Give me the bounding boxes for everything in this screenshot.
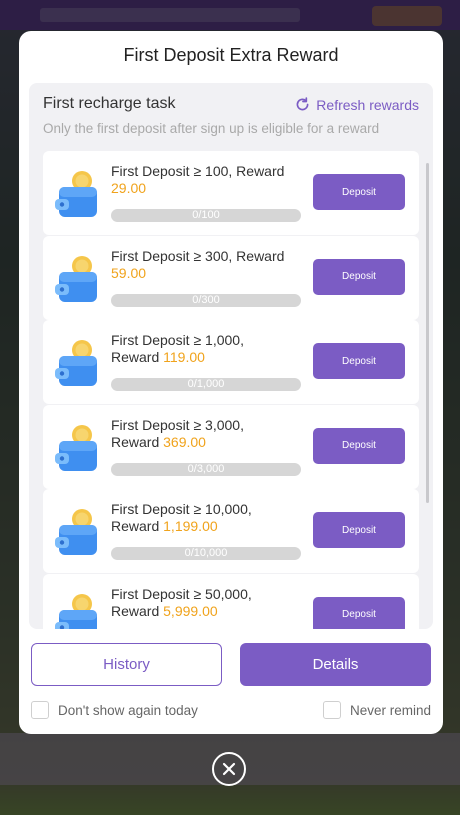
- wallet-coin-icon: [55, 593, 97, 629]
- dont-show-today-checkbox[interactable]: [31, 701, 49, 719]
- wallet-coin-icon: [55, 255, 97, 302]
- task-card: First Deposit ≥ 300, Reward 59.00 0/300 …: [43, 235, 419, 320]
- task-requirement: First Deposit ≥ 10,000,: [111, 501, 252, 518]
- task-reward-prefix: Reward: [111, 602, 164, 619]
- task-requirement: First Deposit ≥ 300, Reward: [111, 247, 285, 264]
- never-remind-checkbox[interactable]: [322, 701, 341, 719]
- task-card: First Deposit ≥ 3,000, Reward 369.00 0/3…: [43, 404, 419, 489]
- details-button[interactable]: Details: [240, 643, 431, 686]
- task-progress-bar: 0/300: [111, 293, 301, 307]
- task-requirement: First Deposit ≥ 100, Reward: [111, 163, 285, 179]
- never-remind-label: Never remind: [349, 702, 431, 718]
- task-panel: First recharge task Refresh rewards Only…: [29, 83, 433, 629]
- deposit-button[interactable]: Deposit: [313, 258, 405, 295]
- task-card: First Deposit ≥ 10,000, Reward 1,199.00 …: [43, 489, 419, 574]
- wallet-coin-icon: [55, 171, 97, 217]
- refresh-icon: [296, 97, 309, 111]
- task-reward-amount: 5,999.00: [163, 602, 218, 619]
- deposit-button[interactable]: Deposit: [313, 427, 405, 464]
- close-modal-button[interactable]: [212, 752, 246, 786]
- task-description: First Deposit ≥ 100, Reward 29.00: [111, 163, 311, 197]
- history-button[interactable]: History: [31, 643, 222, 686]
- task-reward-amount: 29.00: [111, 180, 147, 196]
- task-progress-bar: 0/100: [111, 209, 301, 222]
- task-requirement: First Deposit ≥ 3,000,: [111, 416, 244, 433]
- task-reward-amount: 119.00: [163, 349, 205, 366]
- task-reward-amount: 369.00: [163, 433, 206, 450]
- deposit-button[interactable]: Deposit: [313, 174, 405, 210]
- refresh-rewards-label: Refresh rewards: [316, 96, 419, 113]
- task-reward-prefix: Reward: [111, 433, 164, 450]
- task-list[interactable]: First Deposit ≥ 100, Reward 29.00 0/100 …: [43, 151, 419, 629]
- dont-show-today-label: Don't show again today: [58, 702, 198, 718]
- task-description: First Deposit ≥ 300, Reward 59.00: [111, 248, 311, 282]
- task-description: First Deposit ≥ 3,000, Reward 369.00: [111, 417, 311, 451]
- never-remind-option[interactable]: Never remind: [322, 701, 431, 719]
- wallet-coin-icon: [55, 424, 97, 471]
- task-reward-prefix: Reward: [111, 518, 164, 535]
- task-reward-amount: 59.00: [111, 264, 147, 281]
- task-requirement: First Deposit ≥ 1,000,: [111, 332, 244, 349]
- deposit-button[interactable]: Deposit: [313, 596, 405, 629]
- modal-title: First Deposit Extra Reward: [123, 45, 339, 65]
- task-heading: First recharge task: [43, 95, 176, 112]
- task-list-scrollbar[interactable]: [426, 163, 429, 503]
- eligibility-note: Only the first deposit after sign up is …: [43, 121, 380, 136]
- task-card: First Deposit ≥ 100, Reward 29.00 0/100 …: [43, 151, 419, 235]
- close-icon: [222, 762, 236, 776]
- task-card: First Deposit ≥ 1,000, Reward 119.00 0/1…: [43, 320, 419, 405]
- task-progress-bar: 0/1,000: [111, 378, 301, 392]
- task-description: First Deposit ≥ 50,000, Reward 5,999.00: [111, 586, 311, 620]
- task-requirement: First Deposit ≥ 50,000,: [111, 585, 252, 602]
- dont-show-today-option[interactable]: Don't show again today: [31, 701, 198, 719]
- refresh-rewards-button[interactable]: Refresh rewards: [294, 96, 419, 113]
- task-progress-bar: 0/3,000: [111, 462, 301, 476]
- task-description: First Deposit ≥ 10,000, Reward 1,199.00: [111, 501, 311, 535]
- deposit-button[interactable]: Deposit: [313, 512, 405, 549]
- deposit-button[interactable]: Deposit: [313, 343, 405, 380]
- task-progress-bar: 0/10,000: [111, 547, 301, 561]
- task-description: First Deposit ≥ 1,000, Reward 119.00: [111, 332, 311, 366]
- task-card: First Deposit ≥ 50,000, Reward 5,999.00 …: [43, 573, 419, 629]
- wallet-coin-icon: [55, 340, 97, 387]
- task-reward-prefix: Reward: [111, 349, 164, 366]
- first-deposit-modal: First Deposit Extra Reward First recharg…: [19, 31, 443, 734]
- task-reward-amount: 1,199.00: [163, 518, 218, 535]
- wallet-coin-icon: [55, 509, 97, 556]
